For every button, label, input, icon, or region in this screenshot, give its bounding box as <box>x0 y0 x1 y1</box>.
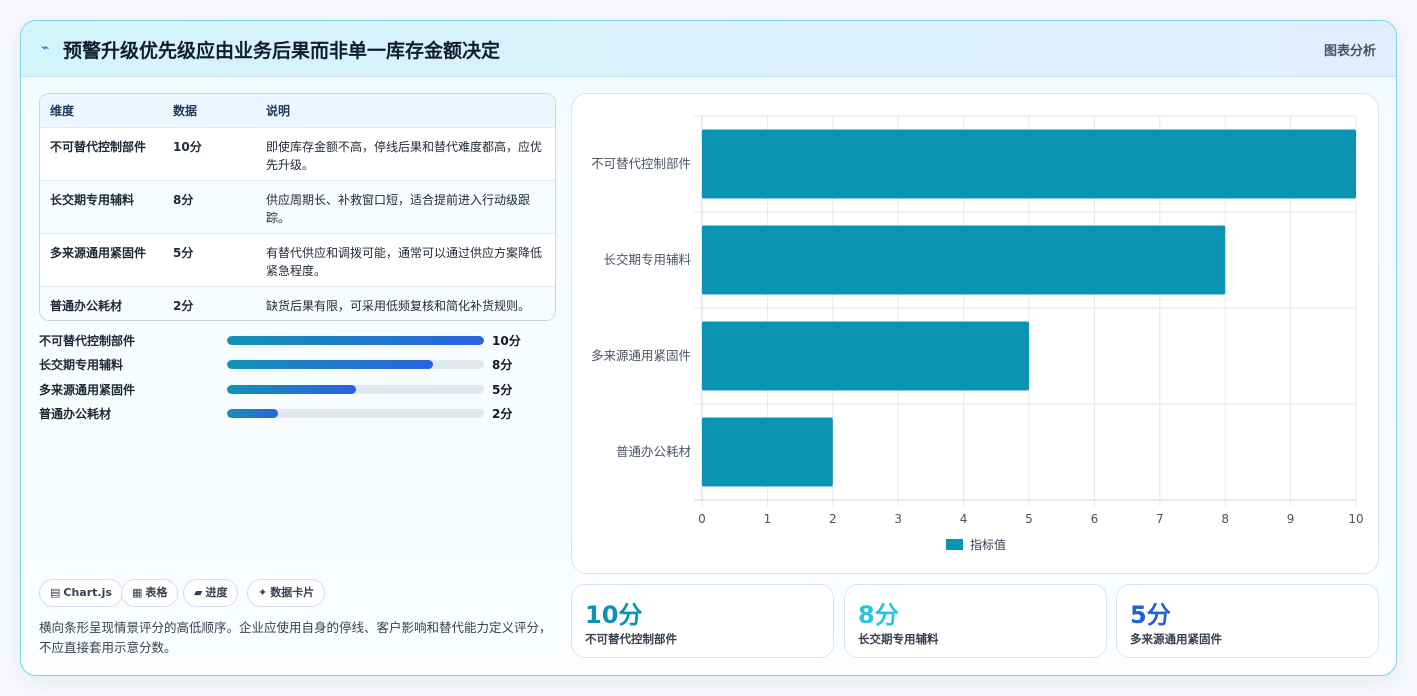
bar <box>702 417 833 487</box>
bar <box>702 129 1356 199</box>
bar <box>702 225 1226 295</box>
chip-label: 数据卡片 <box>270 586 315 599</box>
progress-label: 普通办公耗材 <box>39 407 112 421</box>
progress-fill <box>227 336 484 345</box>
row-dimension: 长交期专用辅料 <box>50 193 135 207</box>
x-tick-label: 7 <box>1156 512 1164 526</box>
legend-swatch <box>946 539 963 550</box>
x-tick-label: 9 <box>1287 512 1295 526</box>
row-note: 即使库存金额不高，停线后果和替代难度都高，应优先升级。 <box>266 140 543 172</box>
y-tick-label: 不可替代控制部件 <box>591 156 691 171</box>
table-row: 普通办公耗材 2分 缺货后果有限，可采用低频复核和简化补货规则。 <box>40 286 555 320</box>
chip-table[interactable]: ▦ 表格 <box>121 579 179 607</box>
stat-card: 10分 不可替代控制部件 <box>571 584 834 658</box>
trend-icon: ⌁ <box>41 40 50 56</box>
stat-label: 长交期专用辅料 <box>858 632 939 646</box>
row-note: 缺货后果有限，可采用低频复核和简化补货规则。 <box>266 299 531 313</box>
row-dimension: 普通办公耗材 <box>50 299 123 313</box>
chip-label: 进度 <box>205 586 228 599</box>
progress-value: 8分 <box>492 358 513 372</box>
row-dimension: 不可替代控制部件 <box>50 140 147 154</box>
row-value: 8分 <box>173 193 194 207</box>
row-note: 供应周期长、补救窗口短，适合提前进入行动级跟踪。 <box>266 193 531 225</box>
progress-track <box>227 385 484 394</box>
stat-card: 5分 多来源通用紧固件 <box>1116 584 1379 658</box>
chip-label: Chart.js <box>63 586 112 599</box>
x-tick-label: 5 <box>1025 512 1033 526</box>
stat-value: 5分 <box>1130 601 1171 629</box>
table-icon: ▦ <box>132 586 143 599</box>
data-table: 维度 数据 说明 不可替代控制部件 10分 即使库存金额不高，停线后果和替代难度… <box>39 93 556 321</box>
legend-label: 指标值 <box>970 537 1006 552</box>
progress-fill <box>227 360 433 369</box>
chip-data-card[interactable]: ✦ 数据卡片 <box>247 579 326 607</box>
progress-row: 多来源通用紧固件 5分 <box>39 380 539 398</box>
row-dimension: 多来源通用紧固件 <box>50 246 147 260</box>
stat-label: 不可替代控制部件 <box>585 632 677 646</box>
stat-value: 10分 <box>585 601 643 629</box>
chart-analysis-card: ⌁ 预警升级优先级应由业务后果而非单一库存金额决定 图表分析 维度 数据 说明 … <box>20 20 1397 676</box>
page-title: 预警升级优先级应由业务后果而非单一库存金额决定 <box>63 40 501 62</box>
table-row: 长交期专用辅料 8分 供应周期长、补救窗口短，适合提前进入行动级跟踪。 <box>40 180 555 233</box>
stat-card: 8分 长交期专用辅料 <box>844 584 1107 658</box>
progress-label: 多来源通用紧固件 <box>39 383 136 397</box>
table-header-row: 维度 数据 说明 <box>40 94 555 127</box>
column-header-dimension: 维度 <box>50 104 75 118</box>
chip-progress[interactable]: ▰ 进度 <box>183 579 239 607</box>
table-row: 多来源通用紧固件 5分 有替代供应和调拨可能，通常可以通过供应方案降低紧急程度。 <box>40 233 555 286</box>
x-tick-label: 8 <box>1221 512 1229 526</box>
chart-description: 横向条形呈现情景评分的高低顺序。企业应使用自身的停线、客户影响和替代能力定义评分… <box>39 620 552 655</box>
row-value: 10分 <box>173 140 202 154</box>
sparkle-icon: ✦ <box>258 586 268 599</box>
progress-track <box>227 336 484 345</box>
header-tag: 图表分析 <box>1323 44 1376 59</box>
x-tick-label: 1 <box>764 512 772 526</box>
row-value: 5分 <box>173 246 194 260</box>
bar <box>702 321 1029 391</box>
row-note: 有替代供应和调拨可能，通常可以通过供应方案降低紧急程度。 <box>266 246 543 278</box>
bar-chart-card: 0 1 2 3 4 5 6 7 8 9 10 不可替代控制部件长交期专用辅料多来源通用紧固件普通办公耗… <box>571 93 1379 574</box>
progress-value: 5分 <box>492 383 513 397</box>
card-header: ⌁ 预警升级优先级应由业务后果而非单一库存金额决定 图表分析 <box>21 21 1396 77</box>
x-tick-label: 3 <box>894 512 902 526</box>
progress-row: 不可替代控制部件 10分 <box>39 331 539 349</box>
table-row: 不可替代控制部件 10分 即使库存金额不高，停线后果和替代难度都高，应优先升级。 <box>40 127 555 180</box>
x-tick-label: 4 <box>960 512 968 526</box>
progress-track <box>227 360 484 369</box>
progress-label: 不可替代控制部件 <box>39 334 136 348</box>
column-header-note: 说明 <box>266 104 291 118</box>
progress-fill <box>227 409 279 418</box>
chart-icon: ▤ <box>50 586 61 599</box>
y-tick-label: 长交期专用辅料 <box>603 252 691 267</box>
progress-icon: ▰ <box>194 586 203 599</box>
y-tick-label: 普通办公耗材 <box>616 444 691 459</box>
stat-value: 8分 <box>858 601 899 629</box>
chip-label: 表格 <box>145 586 168 599</box>
chip-chartjs[interactable]: ▤ Chart.js <box>39 579 123 607</box>
x-tick-label: 6 <box>1091 512 1099 526</box>
progress-track <box>227 409 484 418</box>
x-tick-label: 0 <box>698 512 706 526</box>
progress-value: 10分 <box>492 334 521 348</box>
y-tick-label: 多来源通用紧固件 <box>591 348 691 363</box>
x-tick-label: 10 <box>1348 512 1363 526</box>
row-value: 2分 <box>173 299 194 313</box>
progress-row: 长交期专用辅料 8分 <box>39 355 539 373</box>
progress-value: 2分 <box>492 407 513 421</box>
column-header-value: 数据 <box>173 104 198 118</box>
bar-chart: 0 1 2 3 4 5 6 7 8 9 10 不可替代控制部件长交期专用辅料多来源通用紧固件普通办公耗… <box>591 115 1364 552</box>
stat-label: 多来源通用紧固件 <box>1130 632 1222 646</box>
x-tick-label: 2 <box>829 512 837 526</box>
progress-label: 长交期专用辅料 <box>39 358 124 372</box>
progress-fill <box>227 385 356 394</box>
progress-row: 普通办公耗材 2分 <box>39 404 539 422</box>
